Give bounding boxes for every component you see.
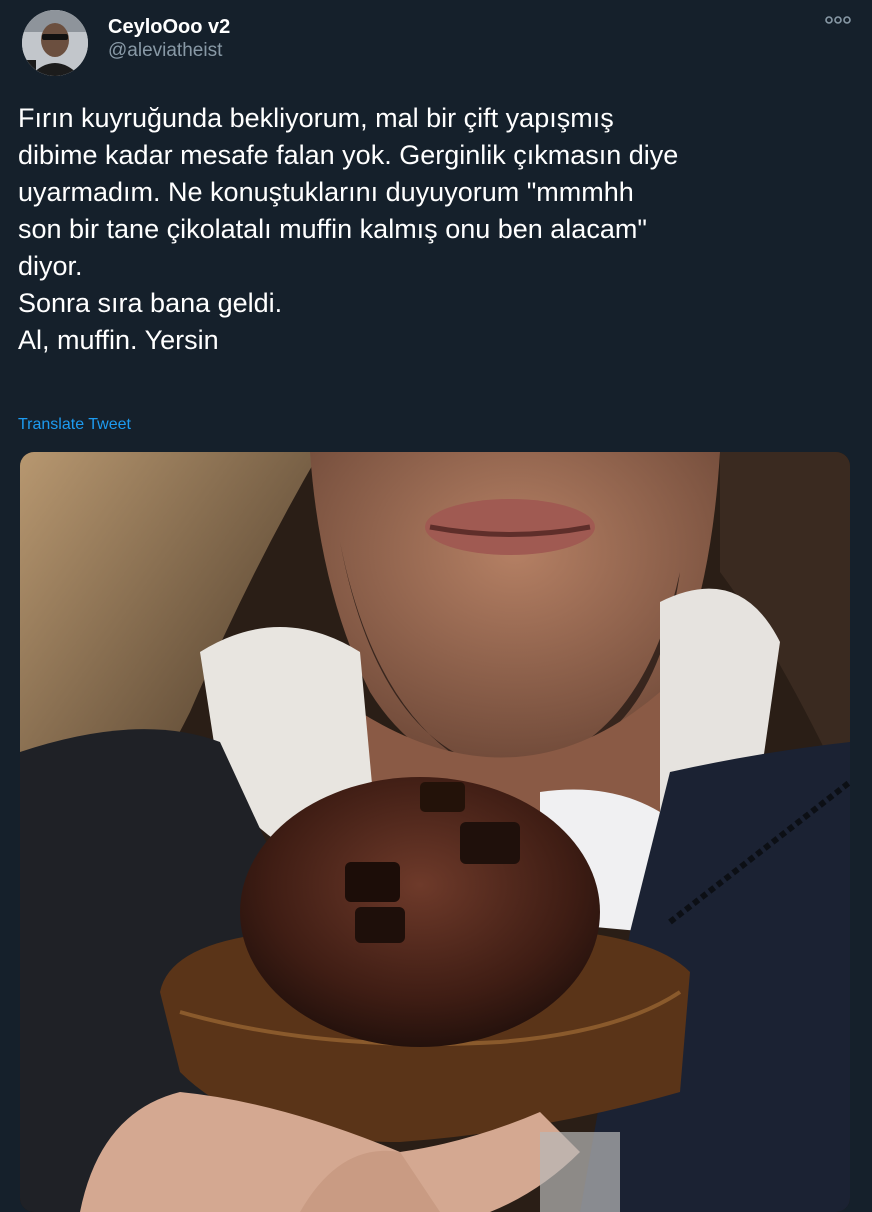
display-name[interactable]: CeyloOoo v2: [108, 16, 230, 38]
more-dots-icon[interactable]: [824, 10, 852, 30]
author-names: CeyloOoo v2 @aleviatheist: [108, 16, 230, 64]
muffin-photo-image: [20, 452, 850, 1212]
user-handle[interactable]: @aleviatheist: [108, 38, 230, 64]
avatar[interactable]: [22, 10, 88, 76]
tweet-text: Fırın kuyruğunda bekliyorum, mal bir çif…: [18, 103, 679, 355]
translate-tweet-link[interactable]: Translate Tweet: [18, 416, 131, 434]
tweet-header: CeyloOoo v2 @aleviatheist: [22, 6, 852, 76]
tweet-photo[interactable]: [20, 452, 850, 1212]
avatar-image: [22, 10, 88, 76]
